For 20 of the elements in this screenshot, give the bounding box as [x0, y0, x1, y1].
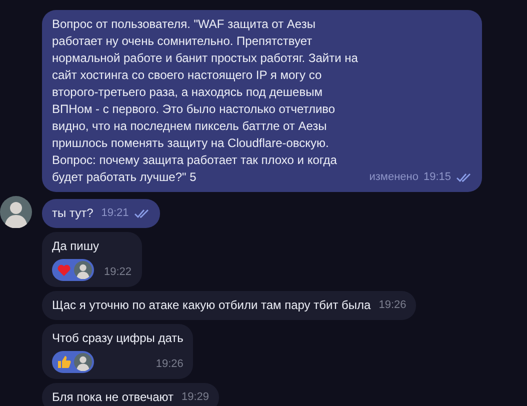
message-text: Щас я уточню по атаке какую отбили там пару тбит была — [52, 297, 371, 314]
thumbs-up-icon — [57, 355, 71, 369]
message-text: ты тут? — [52, 205, 94, 222]
message-time: 19:26 — [156, 357, 184, 372]
reaction-chip[interactable] — [52, 351, 94, 373]
message-text: Вопрос от пользователя. "WAF защита от Аезы работает ну очень сомнительно. Препятствует нормальной работе и банит простых работяг. Зайти на сайт хостинга со своего настоящего IP я могу со второго-третьего раза, а находясь под дешевым ВПНом - с первого. Это было настолько отчетливо видно, что на последнем пиксель баттле от Аезы пришлось поменять защиту на Cloudflare-овскую. Вопрос: почему защита работает так плохо и когда будет работать лучше?" 5 — [52, 16, 359, 186]
avatar[interactable] — [74, 261, 92, 279]
message-time: 19:22 — [104, 265, 132, 280]
message-text: Да пишу — [52, 238, 100, 255]
message-time: 19:29 — [181, 390, 210, 405]
avatar[interactable] — [0, 196, 32, 228]
message-time: 19:15 — [423, 170, 451, 185]
avatar[interactable] — [74, 353, 92, 371]
message-text: Чтоб сразу цифры дать — [52, 330, 184, 347]
heart-icon — [57, 264, 71, 276]
edited-label: изменено — [369, 170, 418, 185]
message-time: 19:26 — [378, 298, 406, 313]
message-time: 19:21 — [101, 206, 129, 221]
message-text: Бля пока не отвечают — [52, 389, 174, 406]
reaction-chip[interactable] — [52, 259, 94, 281]
